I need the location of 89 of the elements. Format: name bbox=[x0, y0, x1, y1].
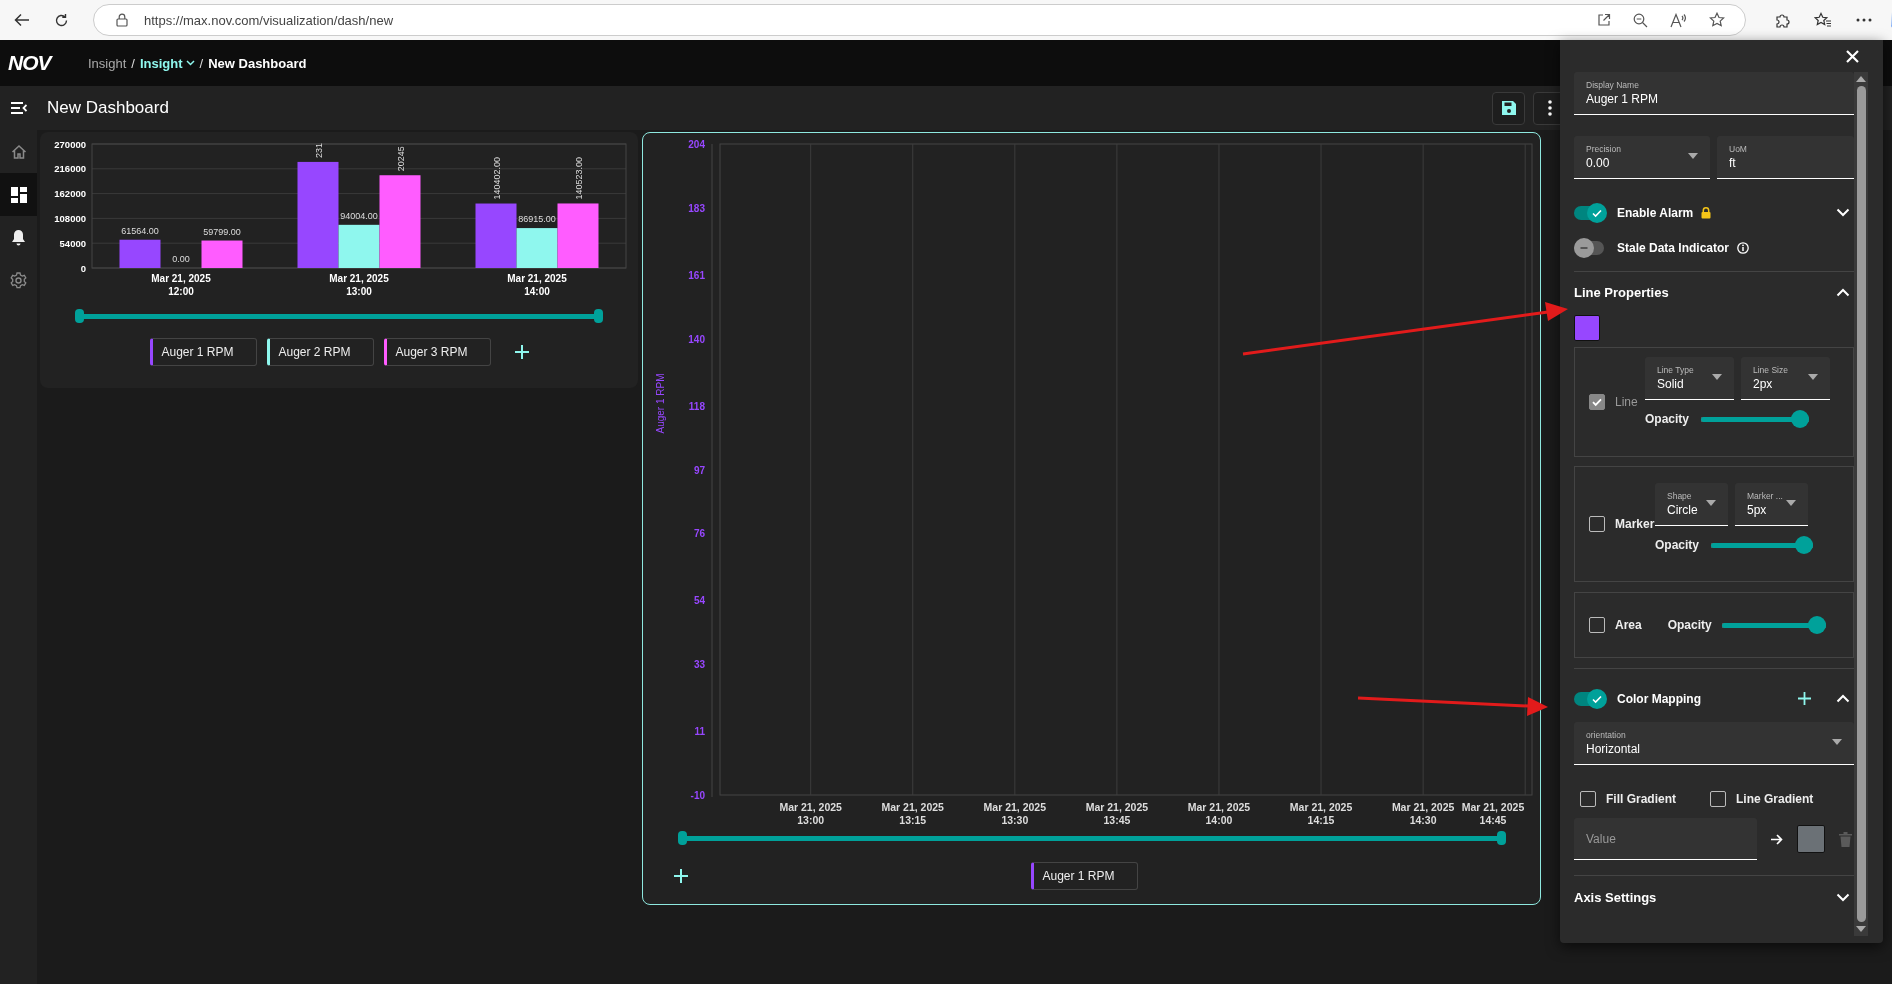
field-label: Shape bbox=[1667, 491, 1693, 501]
field-value: ft bbox=[1729, 156, 1737, 170]
dropdown-field[interactable]: Marker ... 5px bbox=[1735, 483, 1808, 526]
axis-label: Mar 21, 2025 13:45 bbox=[1085, 801, 1149, 826]
field-label: Marker ... bbox=[1747, 491, 1784, 501]
field-label: Display Name bbox=[1586, 80, 1640, 90]
dropdown-field[interactable]: Line Size 2px bbox=[1741, 357, 1830, 400]
slider-label: Opacity bbox=[1655, 538, 1699, 552]
axis-label: 33 bbox=[693, 659, 705, 671]
text-field[interactable]: Display Name Auger 1 RPM bbox=[1574, 72, 1854, 115]
axis-label: 54000 bbox=[59, 237, 86, 249]
slider-label: Opacity bbox=[1667, 618, 1712, 632]
axis-title: Auger 1 RPM bbox=[655, 373, 666, 434]
breadcrumb-separator: / bbox=[199, 55, 204, 71]
axis-label: 11 bbox=[694, 726, 705, 738]
section-title: Axis Settings bbox=[1574, 889, 1657, 905]
axis-label: Mar 21, 2025 13:00 bbox=[329, 273, 389, 297]
checkbox-label: Line bbox=[1615, 395, 1638, 409]
axis-label: Mar 21, 2025 13:00 bbox=[779, 801, 842, 826]
checkbox-label: Line Gradient bbox=[1736, 792, 1814, 806]
checkbox-label: Area bbox=[1615, 618, 1642, 632]
breadcrumb-link[interactable]: Insight bbox=[88, 55, 127, 71]
value-label: 94004.00 bbox=[340, 210, 378, 221]
value-label: 86915.00 bbox=[518, 214, 556, 225]
axis-label: Mar 21, 2025 12:00 bbox=[151, 273, 211, 297]
axis-label: Mar 21, 2025 14:00 bbox=[507, 273, 567, 297]
field-value: Circle bbox=[1667, 503, 1699, 517]
dropdown-field[interactable]: orientation Horizontal bbox=[1574, 722, 1854, 765]
axis-label: 0 bbox=[80, 262, 86, 274]
dropdown-field[interactable]: Line Type Solid bbox=[1645, 357, 1734, 400]
dropdown-field[interactable]: Shape Circle bbox=[1655, 483, 1728, 526]
axis-label: 161 bbox=[688, 269, 705, 281]
axis-label: 97 bbox=[693, 464, 705, 476]
value-label: 140402.00 bbox=[491, 156, 502, 200]
axis-label: 76 bbox=[693, 528, 705, 540]
toggle-label: Stale Data Indicator bbox=[1617, 240, 1730, 255]
field-value: Solid bbox=[1657, 377, 1685, 391]
field-label: Precision bbox=[1586, 144, 1622, 154]
axis-label: 118 bbox=[688, 400, 705, 412]
axis-label: 140 bbox=[688, 333, 705, 345]
field-label: orientation bbox=[1586, 730, 1627, 740]
page-title: New Dashboard bbox=[47, 98, 169, 118]
legend-chip[interactable]: Auger 1 RPM bbox=[1030, 862, 1138, 890]
value-label: 61564.00 bbox=[121, 225, 159, 236]
field-value: Horizontal bbox=[1586, 742, 1642, 756]
toggle-label: Enable Alarm bbox=[1617, 205, 1694, 220]
axis-label: 54 bbox=[693, 595, 705, 607]
axis-label: Mar 21, 2025 13:15 bbox=[881, 801, 944, 826]
field-value: 0.00 bbox=[1586, 156, 1611, 170]
legend-chip[interactable]: Auger 2 RPM bbox=[266, 338, 374, 366]
toggle-label: Color Mapping bbox=[1617, 691, 1701, 706]
dropdown-field[interactable]: Precision 0.00 bbox=[1574, 136, 1710, 179]
value-label: 140523.00 bbox=[573, 156, 584, 200]
breadcrumb-menu[interactable]: Insight bbox=[139, 55, 195, 71]
address-bar[interactable]: https://max.nov.com/visualization/dash/new bbox=[93, 4, 1746, 36]
legend-chip[interactable]: Auger 1 RPM bbox=[149, 338, 257, 366]
axis-label: 216000 bbox=[54, 163, 86, 175]
field-label: UoM bbox=[1729, 144, 1748, 154]
checkbox-label: Marker bbox=[1615, 517, 1655, 531]
breadcrumb-separator: / bbox=[131, 55, 135, 71]
value-field[interactable]: Value bbox=[1574, 818, 1757, 860]
url-text: https://max.nov.com/visualization/dash/new bbox=[144, 12, 394, 28]
field-value: Auger 1 RPM bbox=[1586, 92, 1660, 106]
axis-label: Mar 21, 2025 14:00 bbox=[1187, 801, 1251, 826]
axis-label: Mar 21, 2025 14:45 bbox=[1461, 801, 1525, 826]
axis-label: Mar 21, 2025 14:15 bbox=[1289, 801, 1353, 826]
field-label: Line Size bbox=[1753, 365, 1789, 375]
axis-label: Mar 21, 2025 14:30 bbox=[1391, 801, 1455, 826]
field-label: Line Type bbox=[1657, 365, 1695, 375]
section-title: Line Properties bbox=[1574, 284, 1669, 300]
value-label: 0.00 bbox=[172, 254, 190, 264]
axis-label: 162000 bbox=[54, 188, 86, 200]
axis-label: -10 bbox=[690, 790, 705, 801]
axis-label: 204 bbox=[688, 139, 705, 150]
value-label: 231 bbox=[313, 142, 324, 158]
breadcrumb-current[interactable]: New Dashboard bbox=[208, 55, 307, 71]
axis-label: 183 bbox=[688, 202, 705, 214]
checkbox-label: Fill Gradient bbox=[1606, 792, 1676, 806]
slider-label: Opacity bbox=[1645, 412, 1689, 426]
logo[interactable]: NOV bbox=[8, 51, 88, 75]
axis-label: Mar 21, 2025 13:30 bbox=[983, 801, 1047, 826]
field-value: 2px bbox=[1753, 377, 1774, 391]
field-value: 5px bbox=[1747, 503, 1768, 517]
value-label: 59799.00 bbox=[203, 226, 241, 237]
legend-chip[interactable]: Auger 3 RPM bbox=[383, 338, 491, 366]
axis-label: 108000 bbox=[54, 212, 86, 224]
value-label: 20245 bbox=[395, 146, 406, 172]
text-field[interactable]: UoM ft bbox=[1717, 136, 1854, 179]
axis-label: 270000 bbox=[54, 138, 86, 150]
